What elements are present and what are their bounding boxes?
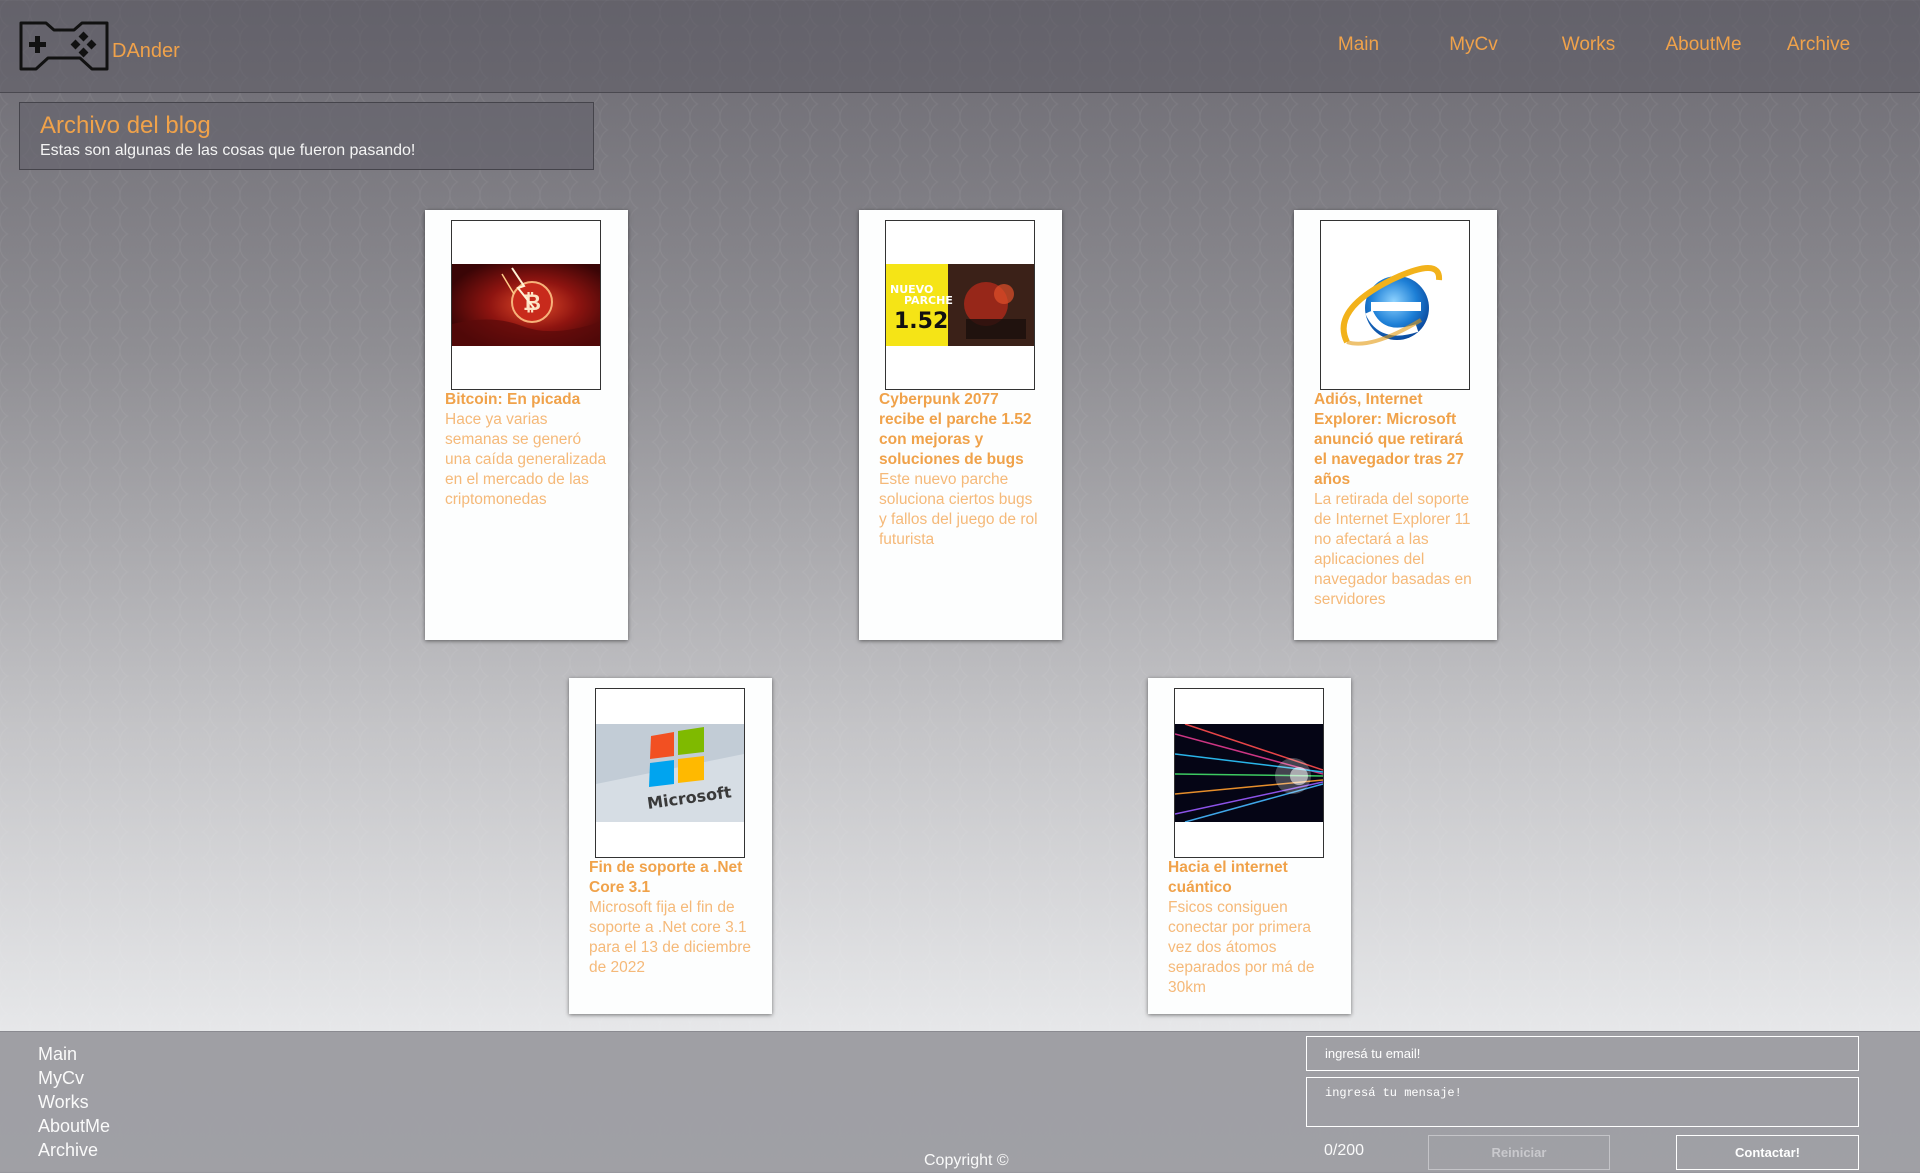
footer-nav: Main MyCv Works AboutMe Archive — [38, 1042, 110, 1162]
post-thumbnail[interactable] — [1174, 688, 1324, 858]
post-title[interactable]: Adiós, Internet Explorer: Microsoft anun… — [1314, 390, 1479, 490]
image-text-parche: PARCHE — [904, 294, 953, 307]
page-subtitle: Estas son algunas de las cosas que fuero… — [40, 142, 416, 159]
logo[interactable]: DAnder — [18, 20, 180, 72]
reset-button[interactable]: Reiniciar — [1428, 1135, 1610, 1170]
post-title[interactable]: Bitcoin: En picada — [445, 390, 610, 410]
post-thumbnail[interactable] — [1320, 220, 1470, 390]
nav-main[interactable]: Main — [1301, 0, 1416, 90]
gamepad-icon — [19, 21, 109, 71]
char-counter: 0/200 — [1324, 1142, 1365, 1159]
svg-text:₿: ₿ — [523, 291, 541, 316]
post-description: Hace ya varias semanas se generó una caí… — [445, 411, 607, 508]
microsoft-logo-image: Microsoft — [596, 724, 744, 822]
nav-mycv[interactable]: MyCv — [1416, 0, 1531, 90]
nav-aboutme[interactable]: AboutMe — [1646, 0, 1761, 90]
copyright: Copyright © — [924, 1152, 1009, 1169]
main-nav: Main MyCv Works AboutMe Archive — [1301, 0, 1920, 90]
internet-explorer-logo-image — [1340, 265, 1443, 346]
post-card-cyberpunk[interactable]: NUEVO PARCHE 1.52 Cyberpunk 2077 recibe … — [859, 210, 1062, 640]
post-thumbnail[interactable]: NUEVO PARCHE 1.52 — [885, 220, 1035, 390]
cyberpunk-patch-image: NUEVO PARCHE 1.52 — [886, 264, 1034, 346]
post-description: Fsicos consiguen conectar por primera ve… — [1168, 899, 1315, 996]
post-card-bitcoin[interactable]: ₿ Bitcoin: En picada Hace ya varias sema… — [425, 210, 628, 640]
contact-button[interactable]: Contactar! — [1676, 1135, 1859, 1170]
post-description: Este nuevo parche soluciona ciertos bugs… — [879, 471, 1038, 548]
footer-link-mycv[interactable]: MyCv — [38, 1066, 110, 1090]
post-thumbnail[interactable]: Microsoft — [595, 688, 745, 858]
site-footer: Main MyCv Works AboutMe Archive Copyrigh… — [0, 1031, 1920, 1173]
image-text-version: 1.52 — [894, 309, 948, 334]
bitcoin-crash-image: ₿ — [452, 264, 600, 346]
post-thumbnail[interactable]: ₿ — [451, 220, 601, 390]
post-description: La retirada del soporte de Internet Expl… — [1314, 491, 1472, 608]
brand-name[interactable]: DAnder — [112, 40, 180, 63]
footer-link-works[interactable]: Works — [38, 1090, 110, 1114]
post-card-internet-explorer[interactable]: Adiós, Internet Explorer: Microsoft anun… — [1294, 210, 1497, 640]
post-title[interactable]: Fin de soporte a .Net Core 3.1 — [589, 858, 754, 898]
page-title: Archivo del blog — [40, 112, 211, 139]
footer-link-archive[interactable]: Archive — [38, 1138, 110, 1162]
footer-link-main[interactable]: Main — [38, 1042, 110, 1066]
fiber-optics-image — [1175, 724, 1323, 822]
message-field[interactable] — [1306, 1077, 1859, 1127]
post-card-quantum-internet[interactable]: Hacia el internet cuántico Fsicos consig… — [1148, 678, 1351, 1014]
footer-link-aboutme[interactable]: AboutMe — [38, 1114, 110, 1138]
intro-box: Archivo del blog Estas son algunas de la… — [19, 102, 594, 170]
post-title[interactable]: Cyberpunk 2077 recibe el parche 1.52 con… — [879, 390, 1044, 470]
post-title[interactable]: Hacia el internet cuántico — [1168, 858, 1333, 898]
post-card-net-core[interactable]: Microsoft Fin de soporte a .Net Core 3.1… — [569, 678, 772, 1014]
nav-archive[interactable]: Archive — [1761, 0, 1876, 90]
post-description: Microsoft fija el fin de soporte a .Net … — [589, 899, 751, 976]
email-field[interactable] — [1306, 1036, 1859, 1071]
site-header: DAnder Main MyCv Works AboutMe Archive — [0, 0, 1920, 93]
nav-works[interactable]: Works — [1531, 0, 1646, 90]
